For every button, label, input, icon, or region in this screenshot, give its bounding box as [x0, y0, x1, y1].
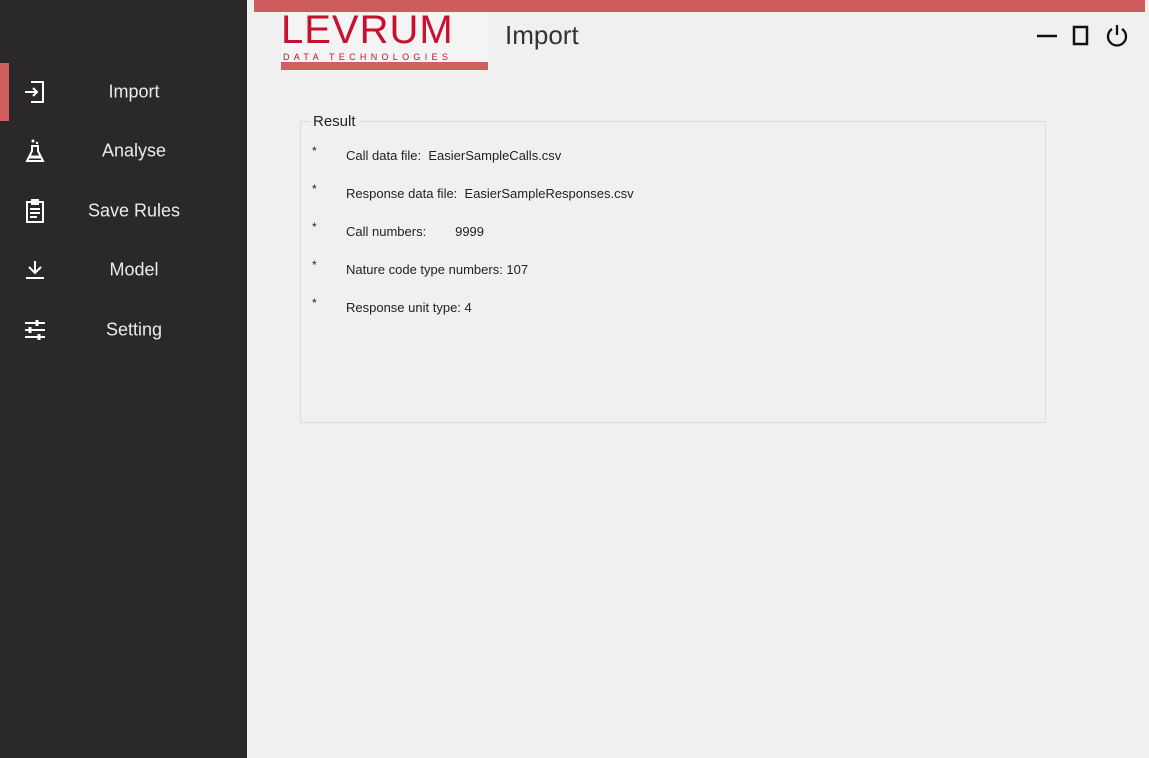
maximize-button[interactable] [1069, 22, 1095, 50]
result-item-response-unit: * Response unit type: 4 [312, 296, 472, 315]
result-item-call-data-file: * Call data file: EasierSampleCalls.csv [312, 144, 562, 163]
power-button[interactable] [1104, 22, 1130, 50]
result-item-response-data-file: * Response data file: EasierSampleRespons… [312, 182, 634, 201]
logo-subtitle: DATA TECHNOLOGIES [283, 52, 453, 62]
bullet: * [312, 182, 317, 196]
flask-icon [22, 138, 48, 164]
sidebar-item-label: Model [109, 259, 159, 280]
result-legend: Result [310, 113, 359, 130]
bullet: * [312, 220, 317, 234]
sidebar-item-model[interactable]: Model [0, 241, 247, 299]
result-item-text: Response unit type: 4 [346, 300, 472, 315]
sidebar-item-label: Save Rules [87, 200, 181, 221]
bullet: * [312, 144, 317, 158]
result-item-call-numbers: * Call numbers: 9999 [312, 220, 485, 239]
result-item-text: Response data file: EasierSampleResponse… [346, 186, 634, 201]
result-item-nature-code: * Nature code type numbers: 107 [312, 258, 529, 277]
page-title: Import [505, 20, 579, 50]
sidebar-item-analyse[interactable]: Analyse [0, 122, 247, 180]
sidebar-item-setting[interactable]: Setting [0, 301, 247, 359]
bullet: * [312, 296, 317, 310]
result-item-text: Call data file: EasierSampleCalls.csv [346, 148, 562, 163]
logo-text: LEVRUM [281, 8, 454, 52]
maximize-icon [1069, 22, 1095, 50]
download-icon [22, 257, 48, 283]
sidebar-item-save-rules[interactable]: Save Rules [0, 182, 247, 240]
result-item-text: Nature code type numbers: 107 [346, 262, 529, 277]
sidebar-item-label: Import [108, 81, 160, 102]
logo: LEVRUM DATA TECHNOLOGIES [281, 8, 488, 70]
sidebar-item-label: Analyse [101, 140, 167, 161]
minimize-icon [1035, 22, 1061, 50]
clipboard-icon [22, 198, 48, 224]
logo-underline [281, 62, 488, 70]
import-icon [22, 79, 48, 105]
result-item-text: Call numbers: 9999 [346, 224, 485, 239]
bullet: * [312, 258, 317, 272]
sidebar-item-label: Setting [105, 319, 163, 340]
minimize-button[interactable] [1035, 22, 1061, 50]
sidebar: Import Analyse Save Rules Model Setting [0, 0, 247, 758]
sliders-icon [22, 317, 48, 343]
sidebar-item-import[interactable]: Import [0, 63, 247, 121]
power-icon [1104, 22, 1130, 50]
